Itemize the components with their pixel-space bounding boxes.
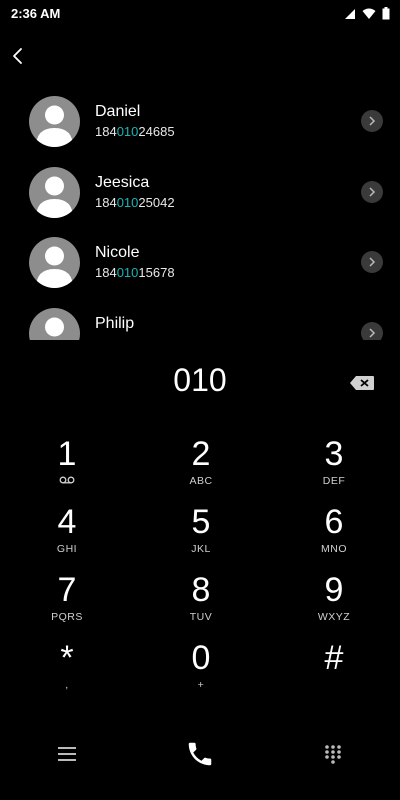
key-letters: + xyxy=(197,679,205,691)
key-9[interactable]: 9 WXYZ xyxy=(284,570,384,634)
status-time: 2:36 AM xyxy=(11,6,61,21)
key-letters: JKL xyxy=(191,543,211,555)
contact-detail-button[interactable] xyxy=(361,110,383,132)
key-letters: WXYZ xyxy=(317,611,351,623)
key-7[interactable]: 7 PQRS xyxy=(17,570,117,634)
key-letters: TUV xyxy=(189,611,213,623)
backspace-button[interactable] xyxy=(347,372,377,394)
call-button[interactable] xyxy=(183,738,217,770)
person-icon xyxy=(36,176,73,218)
key-digit: 7 xyxy=(57,571,77,609)
contact-detail-button[interactable] xyxy=(361,180,383,203)
contact-number: 18401024685 xyxy=(95,124,175,139)
contact-detail-button[interactable] xyxy=(361,251,383,273)
phone-icon xyxy=(188,742,212,766)
menu-button[interactable] xyxy=(50,738,84,770)
contact-number: 18401025042 xyxy=(95,195,175,210)
number-prefix: 184 xyxy=(95,265,117,280)
key-star[interactable]: * , xyxy=(17,638,117,702)
key-digit: 4 xyxy=(57,503,77,541)
back-button[interactable] xyxy=(6,44,30,68)
key-letters: GHI xyxy=(56,543,78,555)
contact-number: 18401015678 xyxy=(95,265,175,280)
contact-name: Jeesica xyxy=(95,173,150,191)
key-4[interactable]: 4 GHI xyxy=(17,502,117,566)
key-0[interactable]: 0 + xyxy=(151,638,251,702)
contact-name: Daniel xyxy=(95,103,141,120)
avatar xyxy=(29,166,80,218)
key-digit: 9 xyxy=(324,571,344,609)
dialer-action-bar xyxy=(0,728,400,776)
key-2[interactable]: 2 ABC xyxy=(151,434,251,498)
number-suffix: 24685 xyxy=(138,124,175,139)
number-match: 010 xyxy=(116,194,139,210)
dialpad-button[interactable] xyxy=(316,738,350,770)
chevron-right-icon xyxy=(369,116,376,126)
number-suffix: 25042 xyxy=(138,194,175,210)
number-prefix: 184 xyxy=(95,124,117,139)
contact-row[interactable]: Nicole 18401015678 xyxy=(0,227,400,298)
key-digit: 1 xyxy=(57,435,77,473)
key-letters: MNO xyxy=(321,543,347,555)
menu-icon xyxy=(58,747,76,761)
chevron-left-icon xyxy=(13,48,22,64)
battery-icon xyxy=(382,7,390,20)
chevron-right-icon xyxy=(369,186,376,197)
key-digit: 8 xyxy=(191,571,211,609)
key-letters: ABC xyxy=(189,475,213,487)
key-digit: 3 xyxy=(324,435,344,473)
key-letters: , xyxy=(65,679,69,691)
key-letters: DEF xyxy=(322,475,346,487)
chevron-right-icon xyxy=(369,327,376,338)
key-6[interactable]: 6 MNO xyxy=(284,502,384,566)
contact-suggestions: Daniel 18401024685 Jeesica 18401025042 N… xyxy=(0,86,400,340)
key-digit: 6 xyxy=(324,503,344,541)
key-digit: * xyxy=(60,639,74,677)
key-3[interactable]: 3 DEF xyxy=(284,434,384,498)
signal-icon xyxy=(345,8,355,19)
contact-row[interactable]: Daniel 18401024685 xyxy=(0,86,400,157)
status-icons xyxy=(344,7,390,20)
contact-detail-button[interactable] xyxy=(361,321,383,340)
voicemail-icon xyxy=(17,474,117,488)
person-icon xyxy=(36,246,73,288)
dialpad-icon xyxy=(325,745,341,764)
key-digit: # xyxy=(324,639,344,677)
key-digit: 2 xyxy=(191,435,211,473)
avatar xyxy=(29,96,80,147)
key-8[interactable]: 8 TUV xyxy=(151,570,251,634)
number-match: 010 xyxy=(116,124,139,139)
avatar xyxy=(29,307,80,340)
dial-keypad: 1 2 ABC 3 DEF 4 GHI 5 JKL 6 MNO 7 PQRS 8… xyxy=(0,434,400,706)
number-match: 010 xyxy=(116,265,139,280)
number-suffix: 15678 xyxy=(138,265,175,280)
person-icon xyxy=(36,105,73,147)
wifi-icon xyxy=(362,8,376,19)
status-bar: 2:36 AM xyxy=(0,0,400,28)
key-hash[interactable]: # xyxy=(284,638,384,702)
dialed-number: 010 xyxy=(173,362,227,398)
contact-row[interactable]: Jeesica 18401025042 xyxy=(0,157,400,228)
number-prefix: 184 xyxy=(95,194,117,210)
contact-name: Philip xyxy=(95,314,135,332)
avatar xyxy=(29,237,80,288)
key-1[interactable]: 1 xyxy=(17,434,117,498)
contact-row[interactable]: Philip xyxy=(0,298,400,340)
key-5[interactable]: 5 JKL xyxy=(151,502,251,566)
person-icon xyxy=(45,317,64,340)
key-digit: 0 xyxy=(191,639,211,677)
contact-name: Nicole xyxy=(95,244,140,261)
chevron-right-icon xyxy=(369,257,376,267)
key-digit: 5 xyxy=(191,503,211,541)
key-letters: PQRS xyxy=(51,611,83,623)
backspace-icon xyxy=(350,376,374,390)
